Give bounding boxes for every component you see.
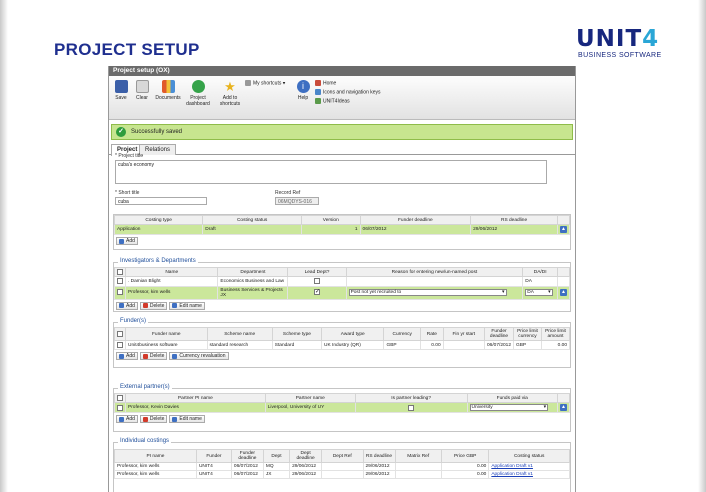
delete-partner-button[interactable]: Delete <box>139 415 168 424</box>
ideas-icon <box>315 98 321 104</box>
table-row[interactable]: Professor, kim wells Business Services & … <box>114 285 570 300</box>
funders-title: Funder(s) <box>118 318 149 324</box>
tab-bar: Project Relations <box>109 144 575 156</box>
currency-icon <box>172 353 178 359</box>
edit-icon <box>172 303 178 309</box>
partners-group: External partner(s) Partner PI name Partn… <box>113 384 571 432</box>
documents-icon <box>161 80 175 93</box>
save-icon <box>114 80 128 93</box>
home-link[interactable]: Home <box>315 80 336 86</box>
unit4-logo: UNIT4 BUSINESS SOFTWARE <box>576 26 662 59</box>
costing-group: Costing type Costing status Version Funder … <box>113 214 571 250</box>
costing-status-link[interactable]: Application Draft v1 <box>491 464 533 469</box>
partners-table: Partner PI name Partner name Is partner le… <box>114 392 570 414</box>
investigators-group: Investigators & Departments Name Departme… <box>113 258 571 312</box>
edit-icon <box>172 416 178 422</box>
individual-costings-table: PI name Funder Funder deadline Dept Dept dea… <box>114 449 570 479</box>
clear-button[interactable]: Clear <box>133 80 151 101</box>
add-costing-button[interactable]: Add <box>116 237 138 245</box>
project-dashboard-button[interactable]: Project dashboard <box>185 80 211 107</box>
check-icon: ✓ <box>116 127 126 137</box>
add-partner-button[interactable]: Add <box>116 415 138 424</box>
individual-costings-title: Individual costings <box>118 438 172 444</box>
reason-select[interactable]: Post not yet recruited to <box>348 289 507 297</box>
save-button[interactable]: Save <box>112 80 130 101</box>
shortcuts-icon <box>245 80 251 86</box>
delete-icon <box>142 416 148 422</box>
row-checkbox[interactable] <box>117 278 123 285</box>
dashboard-icon <box>191 80 205 93</box>
edit-partner-name-button[interactable]: Edit name <box>169 415 205 424</box>
add-icon <box>119 238 124 244</box>
window-title: Project setup (OX) <box>109 66 575 76</box>
select-all-checkbox[interactable] <box>117 330 123 337</box>
costing-table: Costing type Costing status Version Funder … <box>113 215 570 235</box>
add-icon <box>119 353 124 359</box>
success-banner: ✓ Successfully saved <box>111 124 573 140</box>
funders-table: Funder name Scheme name Scheme type Award t… <box>114 327 570 351</box>
help-icon: i <box>296 80 310 93</box>
table-row[interactable]: Professor, Kevin Davies Liverpool, Univer… <box>114 402 570 414</box>
funders-group: Funder(s) Funder name Scheme name Scheme t… <box>113 318 571 368</box>
add-shortcuts-button[interactable]: ★ Add to shortcuts <box>215 80 245 107</box>
page-shadow-right <box>698 0 706 492</box>
lead-dept-checkbox[interactable] <box>313 289 320 296</box>
funds-paid-via-select[interactable]: University <box>469 404 549 412</box>
project-title-input[interactable]: cuba's economy <box>115 160 547 184</box>
keys-icon <box>315 89 321 95</box>
table-row[interactable]: Application Draft 1 06/07/2012 29/06/2012 ▲ <box>113 224 570 235</box>
add-investigator-button[interactable]: Add <box>116 301 138 310</box>
partners-title: External partner(s) <box>118 384 172 390</box>
delete-funder-button[interactable]: Delete <box>139 352 168 361</box>
open-icon[interactable]: ▲ <box>560 226 567 233</box>
open-icon[interactable]: ▲ <box>560 289 567 297</box>
my-shortcuts-menu[interactable]: My shortcuts ▾ <box>245 80 285 86</box>
page-shadow-left <box>0 0 8 492</box>
short-title-label: * Short title <box>115 190 140 196</box>
select-all-checkbox[interactable] <box>117 269 123 275</box>
add-icon <box>119 303 124 309</box>
page-title: PROJECT SETUP <box>54 40 200 59</box>
tab-relations[interactable]: Relations <box>139 144 177 155</box>
toolbar: Save Clear Documents Project dashboard ★… <box>109 76 575 120</box>
record-ref-label: Record Ref <box>275 190 301 196</box>
table-row[interactable]: Professor, kim wells UNIT4 06/07/2012 MQ 29/… <box>114 462 570 471</box>
clear-icon <box>135 80 149 93</box>
partner-leading-checkbox[interactable] <box>408 404 415 411</box>
app-window: Project setup (OX) Save Clear Documents … <box>108 66 576 492</box>
open-icon[interactable]: ▲ <box>560 404 567 412</box>
delete-icon <box>142 353 148 359</box>
short-title-input[interactable]: cuba <box>115 197 207 205</box>
table-row[interactable]: Unit4business software standard research S… <box>114 339 570 351</box>
lead-dept-checkbox[interactable] <box>313 278 320 285</box>
help-button[interactable]: i Help <box>295 80 311 101</box>
home-icon <box>315 80 321 86</box>
da-select[interactable]: DA <box>525 289 553 297</box>
investigators-table: Name Department Lead Dept? Reason for enter… <box>114 266 570 300</box>
select-all-checkbox[interactable] <box>117 395 123 401</box>
add-icon <box>119 416 124 422</box>
costing-status-link[interactable]: Application Draft v1 <box>491 472 533 477</box>
table-row[interactable]: . Damian Blight Economics Business and La… <box>114 276 570 287</box>
documents-button[interactable]: Documents <box>154 80 182 101</box>
investigators-title: Investigators & Departments <box>118 258 198 264</box>
delete-icon <box>142 303 148 309</box>
unit4ideas-link[interactable]: UNIT4Ideas <box>315 98 350 104</box>
row-checkbox[interactable] <box>117 342 123 348</box>
currency-revaluation-button[interactable]: Currency revaluation <box>169 352 229 361</box>
icons-keys-link[interactable]: Icons and navigation keys <box>315 89 381 95</box>
edit-name-button[interactable]: Edit name <box>169 301 205 310</box>
row-checkbox[interactable] <box>117 289 123 296</box>
record-ref-field: 06MQDYS-016 <box>275 197 319 205</box>
add-funder-button[interactable]: Add <box>116 352 138 361</box>
delete-investigator-button[interactable]: Delete <box>139 301 168 310</box>
project-title-label: * Project title <box>115 153 144 159</box>
individual-costings-group: Individual costings PI name Funder Funder … <box>113 438 571 492</box>
star-icon: ★ <box>224 79 236 94</box>
row-checkbox[interactable] <box>117 404 123 411</box>
table-row[interactable]: Professor, kim wells UNIT4 06/07/2012 JX 29/… <box>114 470 570 479</box>
